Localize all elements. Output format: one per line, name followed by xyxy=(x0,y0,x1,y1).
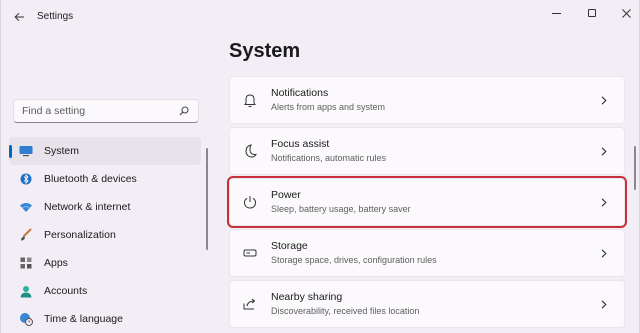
app-title: Settings xyxy=(37,11,74,22)
bell-icon xyxy=(240,90,260,110)
search-box[interactable] xyxy=(13,99,199,123)
card-power[interactable]: Power Sleep, battery usage, battery save… xyxy=(227,176,627,228)
storage-drive-icon xyxy=(240,243,260,263)
search-input[interactable] xyxy=(22,105,178,117)
card-nearby-sharing[interactable]: Nearby sharing Discoverability, received… xyxy=(229,280,625,328)
moon-icon xyxy=(240,141,260,161)
chevron-right-icon xyxy=(594,294,614,314)
minimize-button[interactable] xyxy=(541,4,571,22)
chevron-right-icon xyxy=(594,192,614,212)
sidebar-item-label: Personalization xyxy=(44,229,116,241)
sidebar-item-label: System xyxy=(44,145,80,157)
card-storage[interactable]: Storage Storage space, drives, configura… xyxy=(229,229,625,277)
card-subtitle: Notifications, automatic rules xyxy=(271,152,387,163)
back-button[interactable] xyxy=(9,7,29,27)
close-button[interactable] xyxy=(611,4,640,22)
search-icon[interactable] xyxy=(178,105,190,117)
sidebar-item-time-language[interactable]: Time & language xyxy=(9,305,201,333)
back-arrow-icon xyxy=(13,12,24,22)
main-scrollbar[interactable] xyxy=(634,146,636,190)
chevron-right-icon xyxy=(594,90,614,110)
apps-grid-icon xyxy=(19,256,33,270)
settings-list: Notifications Alerts from apps and syste… xyxy=(227,76,627,331)
sidebar-item-label: Network & internet xyxy=(44,201,131,213)
wifi-icon xyxy=(19,200,33,214)
sidebar-item-network[interactable]: Network & internet xyxy=(9,193,201,221)
maximize-button[interactable] xyxy=(577,4,607,22)
title-bar: Settings xyxy=(1,0,640,32)
power-icon xyxy=(240,192,260,212)
chevron-right-icon xyxy=(594,243,614,263)
share-icon xyxy=(240,294,260,314)
sidebar-item-label: Time & language xyxy=(44,313,123,325)
card-title: Power xyxy=(271,188,301,201)
card-subtitle: Sleep, battery usage, battery saver xyxy=(271,203,411,214)
sidebar-item-label: Bluetooth & devices xyxy=(44,173,137,185)
card-title: Storage xyxy=(271,239,308,252)
card-focus-assist[interactable]: Focus assist Notifications, automatic ru… xyxy=(229,127,625,175)
card-subtitle: Discoverability, received files location xyxy=(271,305,420,316)
sidebar-item-system[interactable]: System xyxy=(9,137,201,165)
sidebar-item-label: Apps xyxy=(44,257,68,269)
sidebar-item-bluetooth[interactable]: Bluetooth & devices xyxy=(9,165,201,193)
sidebar-nav: System Bluetooth & devices Network & int… xyxy=(9,137,201,333)
chevron-right-icon xyxy=(594,141,614,161)
close-icon xyxy=(621,8,631,18)
brush-icon xyxy=(19,228,33,242)
settings-window: Settings System Bluetooth & devices xyxy=(0,0,640,333)
sidebar-scrollbar[interactable] xyxy=(206,148,208,250)
system-monitor-icon xyxy=(19,144,33,158)
account-icon xyxy=(19,284,33,298)
card-subtitle: Storage space, drives, configuration rul… xyxy=(271,254,437,265)
card-title: Nearby sharing xyxy=(271,290,343,303)
page-title: System xyxy=(229,40,301,62)
globe-clock-icon xyxy=(19,312,33,326)
minimize-icon xyxy=(551,12,561,14)
sidebar-item-label: Accounts xyxy=(44,285,88,297)
maximize-icon xyxy=(588,9,596,17)
sidebar-item-personalization[interactable]: Personalization xyxy=(9,221,201,249)
bluetooth-icon xyxy=(19,172,33,186)
sidebar-item-apps[interactable]: Apps xyxy=(9,249,201,277)
card-subtitle: Alerts from apps and system xyxy=(271,101,386,112)
card-title: Focus assist xyxy=(271,137,330,150)
sidebar-item-accounts[interactable]: Accounts xyxy=(9,277,201,305)
card-notifications[interactable]: Notifications Alerts from apps and syste… xyxy=(229,76,625,124)
card-title: Notifications xyxy=(271,86,329,99)
